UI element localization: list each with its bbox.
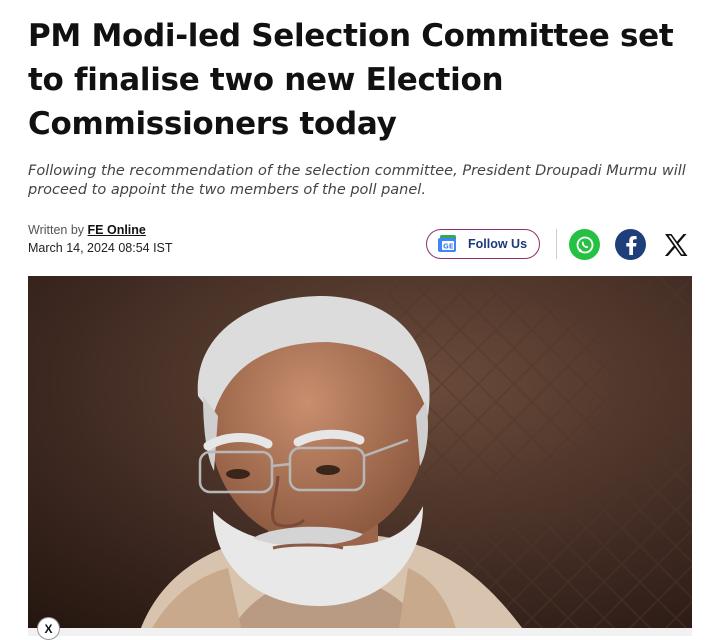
follow-us-label: Follow Us <box>468 237 528 251</box>
close-icon: X <box>44 621 53 636</box>
follow-us-button[interactable]: GE Follow Us <box>426 229 540 259</box>
facebook-share-button[interactable] <box>615 229 646 260</box>
whatsapp-share-button[interactable] <box>569 229 600 260</box>
facebook-icon <box>625 235 637 255</box>
ad-strip <box>28 628 692 636</box>
share-divider <box>556 229 557 259</box>
svg-text:GE: GE <box>443 243 454 251</box>
whatsapp-icon <box>576 236 593 253</box>
x-share-button[interactable] <box>660 229 691 260</box>
x-icon <box>664 233 687 256</box>
byline-label: Written by <box>28 223 85 237</box>
google-news-icon: GE <box>437 234 459 254</box>
publish-date: March 14, 2024 08:54 IST <box>28 241 173 255</box>
close-ad-button[interactable]: X <box>37 617 60 640</box>
article-headline: PM Modi-led Selection Committee set to f… <box>28 18 674 142</box>
article-summary: Following the recommendation of the sele… <box>28 163 686 198</box>
author-link[interactable]: FE Online <box>88 223 146 237</box>
byline: Written by FE Online March 14, 2024 08:5… <box>28 223 173 255</box>
article-hero-image <box>28 276 692 636</box>
